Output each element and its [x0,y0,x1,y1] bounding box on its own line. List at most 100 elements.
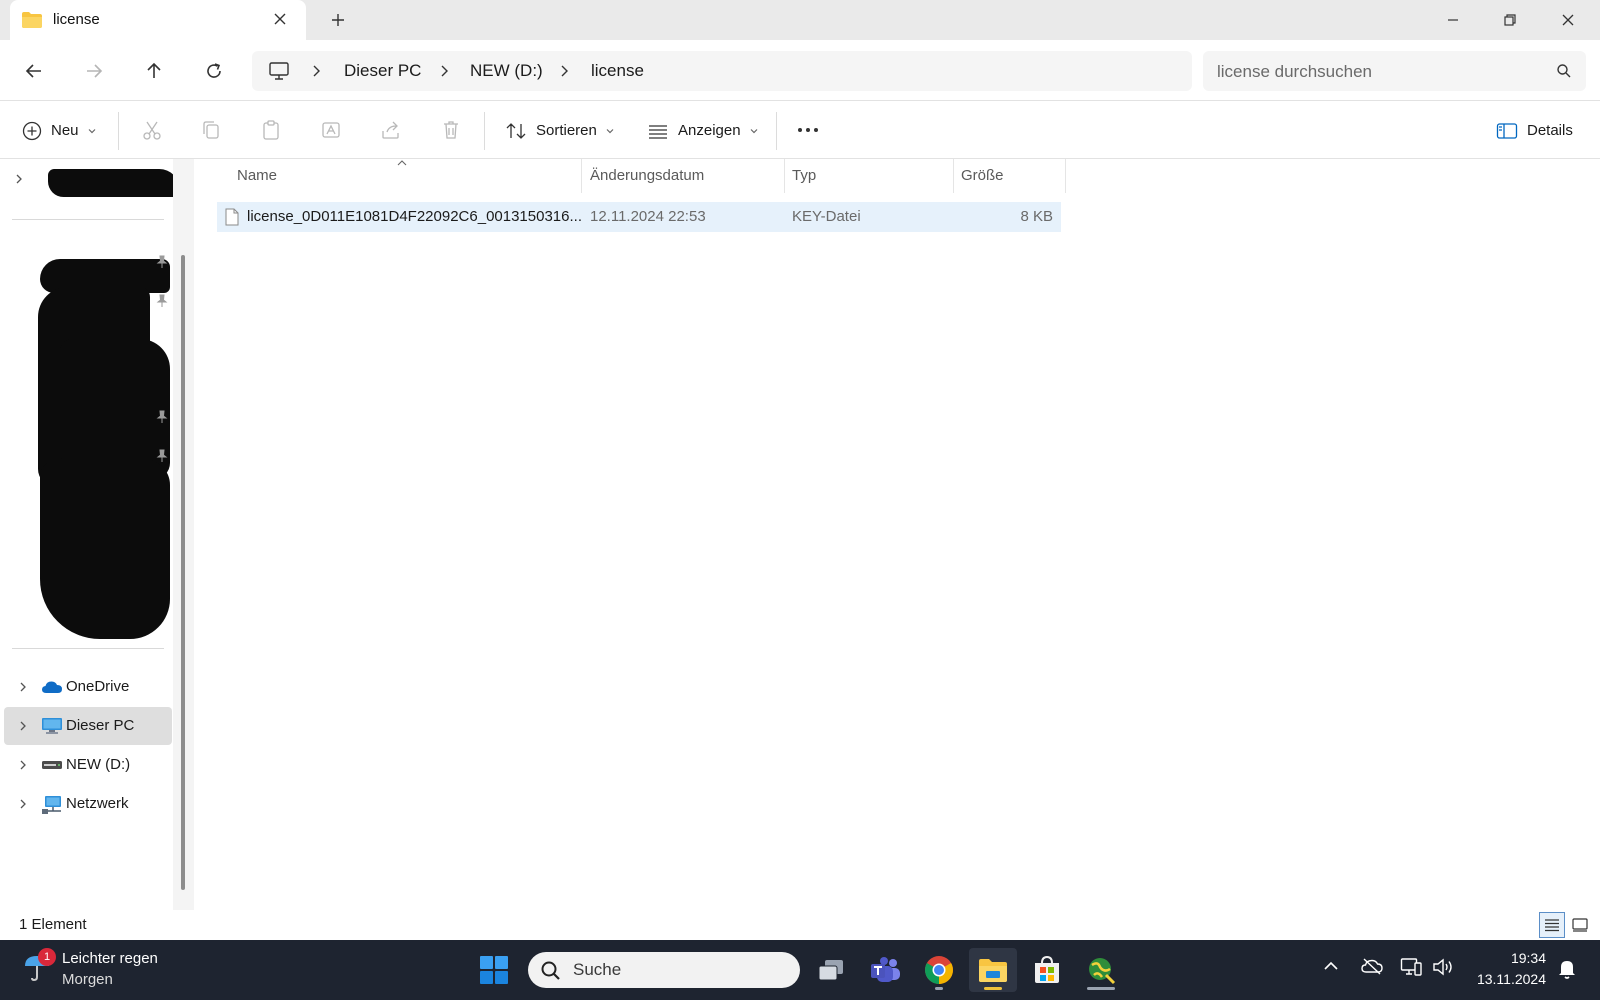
sidebar-item-netzwerk[interactable]: Netzwerk [4,785,172,823]
network-status-icon[interactable] [1400,957,1422,977]
breadcrumb-dieser-pc[interactable]: Dieser PC [344,61,421,81]
chevron-right-icon[interactable] [438,64,450,78]
clock-time[interactable]: 19:34 [1496,950,1546,966]
refresh-icon[interactable] [201,58,227,84]
sort-button[interactable]: Sortieren [505,102,615,159]
sidebar-item-onedrive[interactable]: OneDrive [4,668,172,706]
chevron-down-icon [605,126,615,136]
redacted-area [60,339,170,479]
delete-icon[interactable] [440,119,462,141]
weather-condition[interactable]: Leichter regen [62,950,158,967]
share-icon[interactable] [380,119,402,141]
running-indicator [1087,987,1115,990]
taskbar-search[interactable]: Suche [528,952,800,988]
pin-icon[interactable] [156,449,168,463]
sidebar-item-label: OneDrive [66,678,130,695]
task-view-icon[interactable] [807,948,855,992]
tiles-view-icon[interactable] [1567,912,1593,938]
details-view-icon[interactable] [1539,912,1565,938]
up-icon[interactable] [141,58,167,84]
search-box[interactable]: license durchsuchen [1203,51,1586,91]
table-row[interactable]: license_0D011E1081D4F22092C6_0013150316.… [217,202,1061,232]
sidebar-item-label: Dieser PC [66,717,135,734]
close-window-icon[interactable] [1545,8,1591,32]
file-explorer-icon[interactable] [969,948,1017,992]
chevron-right-icon[interactable] [18,759,28,771]
address-bar[interactable]: Dieser PC NEW (D:) license [252,51,1192,91]
folder-icon [21,11,43,29]
chevron-right-icon[interactable] [14,173,24,185]
start-icon[interactable] [470,948,518,992]
chevron-right-icon[interactable] [558,64,570,78]
column-header-type[interactable]: Typ [792,167,816,184]
search-icon [540,960,562,982]
column-separator[interactable] [784,159,785,193]
bell-icon[interactable] [1557,958,1577,980]
chevron-right-icon[interactable] [18,720,28,732]
search-icon[interactable] [1556,63,1572,79]
search-input[interactable]: license durchsuchen [1217,62,1372,82]
chevron-up-icon[interactable] [1322,957,1340,975]
store-icon[interactable] [1023,948,1071,992]
column-header-date[interactable]: Änderungsdatum [590,167,704,184]
column-separator[interactable] [581,159,582,193]
file-type: KEY-Datei [792,208,861,225]
new-button[interactable]: Neu [22,102,97,159]
view-label: Anzeigen [678,122,741,139]
new-label: Neu [51,122,79,139]
view-list-icon [647,121,669,141]
chevron-right-icon[interactable] [310,64,322,78]
column-header-size[interactable]: Größe [961,167,1004,184]
breadcrumb-license[interactable]: license [591,61,644,81]
sidebar-item-dieser-pc[interactable]: Dieser PC [4,707,172,745]
cut-icon[interactable] [141,119,163,141]
file-date: 12.11.2024 22:53 [590,208,706,225]
separator [776,112,777,150]
separator [484,112,485,150]
clock-date[interactable]: 13.11.2024 [1466,971,1546,987]
navigation-bar: Dieser PC NEW (D:) license license durch… [0,40,1600,101]
weather-day[interactable]: Morgen [62,971,113,988]
window-tab[interactable]: license [10,0,306,40]
chevron-right-icon[interactable] [18,798,28,810]
close-tab-icon[interactable] [272,11,288,27]
volume-icon[interactable] [1432,957,1454,977]
sort-label: Sortieren [536,122,597,139]
app-globe-icon[interactable] [1077,948,1125,992]
breadcrumb-drive[interactable]: NEW (D:) [470,61,543,81]
view-button[interactable]: Anzeigen [647,102,759,159]
chevron-right-icon[interactable] [18,681,28,693]
column-header-name[interactable]: Name [237,167,277,184]
restore-icon[interactable] [1487,8,1533,32]
sidebar-divider [12,219,164,220]
back-icon[interactable] [21,58,47,84]
paste-icon[interactable] [260,119,282,141]
pin-icon[interactable] [156,294,168,308]
taskbar: 1 Leichter regen Morgen Suche 19:34 13.1… [0,940,1600,1000]
sidebar-item-label: NEW (D:) [66,756,131,773]
copy-icon[interactable] [200,119,222,141]
minimize-icon[interactable] [1430,8,1476,32]
column-separator[interactable] [953,159,954,193]
teams-icon[interactable] [861,948,909,992]
computer-icon[interactable] [268,60,290,82]
sidebar-item-new-drive[interactable]: NEW (D:) [4,746,172,784]
details-button[interactable]: Details [1496,102,1573,159]
new-tab-icon[interactable] [330,12,346,28]
cloud-offline-icon[interactable] [1360,957,1384,975]
taskbar-search-label: Suche [573,960,622,979]
network-icon [41,795,63,815]
pin-icon[interactable] [156,255,168,269]
sidebar-scrollbar-thumb[interactable] [181,255,185,890]
chrome-icon[interactable] [915,948,963,992]
file-list: Name Änderungsdatum Typ Größe license_0D… [194,159,1600,910]
forward-icon[interactable] [81,58,107,84]
separator [118,112,119,150]
rename-icon[interactable] [320,119,342,141]
pin-icon[interactable] [156,410,168,424]
column-separator[interactable] [1065,159,1066,193]
sort-icon [505,121,527,141]
more-options-icon[interactable] [796,119,820,141]
redacted-area [48,169,180,197]
file-size: 8 KB [1020,208,1053,225]
